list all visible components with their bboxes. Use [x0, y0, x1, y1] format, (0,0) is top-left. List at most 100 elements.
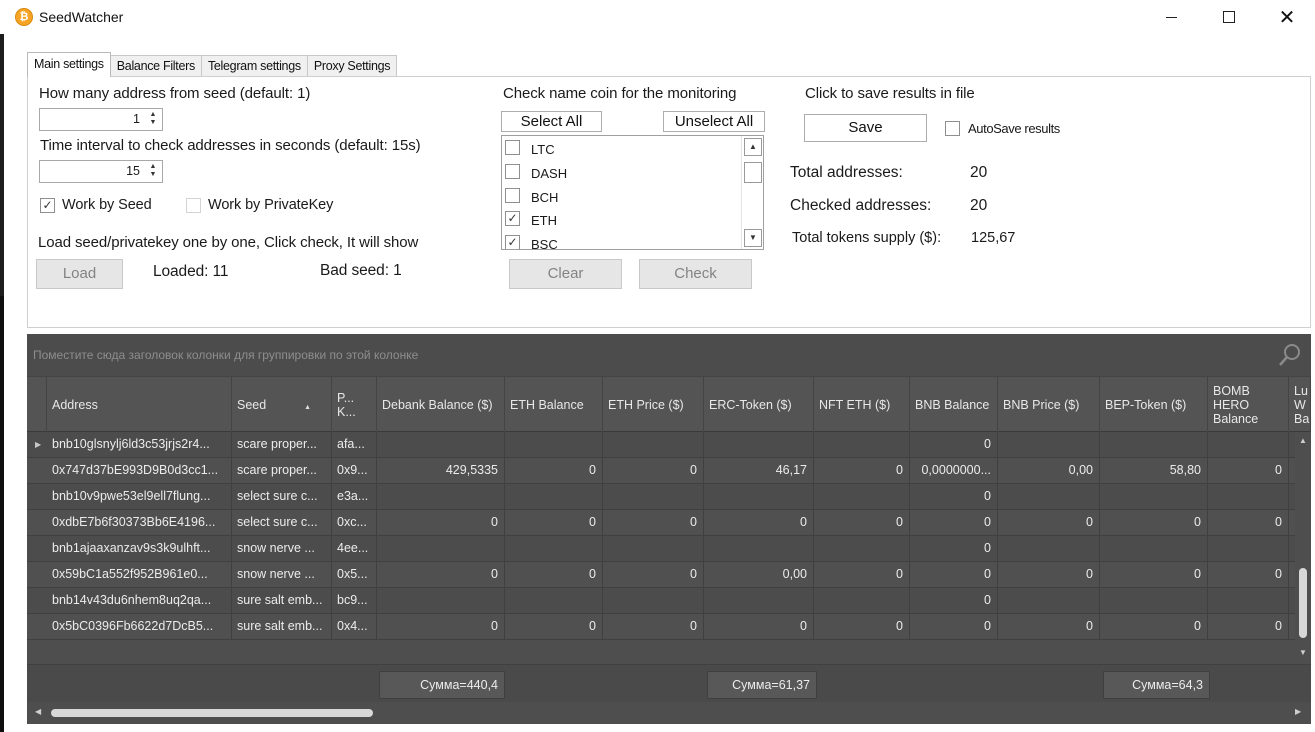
cell-nft-eth[interactable] — [814, 432, 910, 458]
cell-private-key[interactable]: 0x4... — [332, 614, 377, 640]
close-button[interactable]: ✕ — [1258, 0, 1315, 34]
column-header-nft-eth[interactable]: NFT ETH ($) — [814, 377, 910, 433]
coin-checkbox-bch[interactable] — [505, 188, 520, 203]
cell-bep-token[interactable]: 58,80 — [1100, 458, 1208, 484]
cell-bnb-price[interactable]: 0 — [998, 510, 1100, 536]
cell-debank-balance[interactable]: 0 — [377, 510, 505, 536]
cell-eth-balance[interactable] — [505, 536, 603, 562]
grid-vertical-scrollbar[interactable]: ▲ ▼ — [1295, 432, 1311, 664]
coin-checkbox-bsc[interactable]: ✓ — [505, 235, 520, 249]
unselect-all-button[interactable]: Unselect All — [663, 111, 765, 132]
save-button[interactable]: Save — [804, 114, 927, 142]
autosave-checkbox[interactable] — [945, 121, 960, 136]
cell-bnb-balance[interactable]: 0,0000000... — [910, 458, 998, 484]
tab-balance-filters[interactable]: Balance Filters — [109, 55, 202, 77]
cell-seed[interactable]: sure salt emb... — [232, 614, 332, 640]
cell-eth-balance[interactable] — [505, 484, 603, 510]
cell-address[interactable]: 0x59bC1a552f952B961e0... — [47, 562, 232, 588]
spinner-arrows[interactable]: ▲ ▼ — [148, 111, 158, 127]
table-row[interactable]: bnb14v43du6nhem8uq2qa... sure salt emb...… — [27, 588, 1311, 614]
cell-debank-balance[interactable] — [377, 536, 505, 562]
cell-bnb-price[interactable]: 0,00 — [998, 458, 1100, 484]
table-row[interactable]: bnb1ajaaxanzav9s3k9ulhft... snow nerve ..… — [27, 536, 1311, 562]
cell-private-key[interactable]: 4ee... — [332, 536, 377, 562]
cell-private-key[interactable]: afa... — [332, 432, 377, 458]
cell-bnb-balance[interactable]: 0 — [910, 432, 998, 458]
cell-bnb-price[interactable]: 0 — [998, 562, 1100, 588]
cell-address[interactable]: bnb10v9pwe53el9ell7flung... — [47, 484, 232, 510]
cell-address[interactable]: bnb1ajaaxanzav9s3k9ulhft... — [47, 536, 232, 562]
cell-erc-token[interactable]: 0 — [704, 614, 814, 640]
cell-bnb-balance[interactable]: 0 — [910, 536, 998, 562]
table-row[interactable]: ▶ bnb10glsnylj6ld3c53jrjs2r4... scare prop… — [27, 432, 1311, 458]
column-header-bep-token[interactable]: BEP-Token ($) — [1100, 377, 1208, 433]
cell-private-key[interactable]: 0x9... — [332, 458, 377, 484]
cell-seed[interactable]: select sure c... — [232, 510, 332, 536]
cell-erc-token[interactable]: 0,00 — [704, 562, 814, 588]
cell-seed[interactable]: scare proper... — [232, 458, 332, 484]
cell-bnb-price[interactable] — [998, 484, 1100, 510]
work-by-seed-label[interactable]: Work by Seed — [62, 197, 152, 213]
spin-up-icon[interactable]: ▲ — [150, 111, 157, 118]
cell-bomb-hero-balance[interactable] — [1208, 432, 1289, 458]
cell-bep-token[interactable]: 0 — [1100, 614, 1208, 640]
cell-erc-token[interactable] — [704, 536, 814, 562]
cell-eth-price[interactable]: 0 — [603, 510, 704, 536]
cell-private-key[interactable]: 0xc... — [332, 510, 377, 536]
cell-debank-balance[interactable]: 429,5335 — [377, 458, 505, 484]
cell-bomb-hero-balance[interactable] — [1208, 536, 1289, 562]
table-row[interactable]: 0x59bC1a552f952B961e0... snow nerve ... 0x… — [27, 562, 1311, 588]
spinner-arrows[interactable]: ▲ ▼ — [148, 163, 158, 179]
coin-checkbox-eth[interactable]: ✓ — [505, 211, 520, 226]
coin-list-scrollbar[interactable]: ▲ ▼ — [741, 136, 763, 249]
cell-eth-price[interactable]: 0 — [603, 562, 704, 588]
cell-bep-token[interactable]: 0 — [1100, 510, 1208, 536]
grid-horizontal-scrollbar[interactable]: ◀ ▶ — [27, 702, 1311, 724]
cell-bnb-balance[interactable]: 0 — [910, 562, 998, 588]
coin-checkbox-ltc[interactable] — [505, 140, 520, 155]
cell-address[interactable]: 0xdbE7b6f30373Bb6E4196... — [47, 510, 232, 536]
cell-nft-eth[interactable]: 0 — [814, 458, 910, 484]
work-by-privatekey-checkbox[interactable] — [186, 198, 201, 213]
cell-eth-price[interactable] — [603, 588, 704, 614]
spin-down-icon[interactable]: ▼ — [150, 119, 157, 126]
horizontal-scroll-thumb[interactable] — [51, 709, 373, 717]
results-grid[interactable]: Поместите сюда заголовок колонки для гру… — [27, 334, 1311, 724]
cell-bep-token[interactable]: 0 — [1100, 562, 1208, 588]
cell-bep-token[interactable] — [1100, 484, 1208, 510]
cell-bep-token[interactable] — [1100, 536, 1208, 562]
cell-eth-balance[interactable] — [505, 588, 603, 614]
interval-spinner[interactable]: 15 ▲ ▼ — [39, 160, 163, 183]
table-row[interactable]: 0xdbE7b6f30373Bb6E4196... select sure c..… — [27, 510, 1311, 536]
address-count-spinner[interactable]: 1 ▲ ▼ — [39, 108, 163, 131]
cell-address[interactable]: bnb14v43du6nhem8uq2qa... — [47, 588, 232, 614]
cell-seed[interactable]: snow nerve ... — [232, 562, 332, 588]
cell-private-key[interactable]: bc9... — [332, 588, 377, 614]
tab-telegram-settings[interactable]: Telegram settings — [200, 55, 308, 77]
tab-main-settings[interactable]: Main settings — [27, 52, 111, 77]
tab-proxy-settings[interactable]: Proxy Settings — [306, 55, 398, 77]
vertical-scroll-thumb[interactable] — [1299, 568, 1307, 638]
cell-bomb-hero-balance[interactable]: 0 — [1208, 562, 1289, 588]
search-icon[interactable] — [1277, 342, 1303, 368]
cell-eth-price[interactable] — [603, 536, 704, 562]
cell-debank-balance[interactable] — [377, 484, 505, 510]
work-by-privatekey-label[interactable]: Work by PrivateKey — [208, 197, 333, 213]
cell-bnb-price[interactable]: 0 — [998, 614, 1100, 640]
cell-seed[interactable]: scare proper... — [232, 432, 332, 458]
coin-checkbox-dash[interactable] — [505, 164, 520, 179]
cell-eth-balance[interactable]: 0 — [505, 562, 603, 588]
table-row[interactable]: bnb10v9pwe53el9ell7flung... select sure c… — [27, 484, 1311, 510]
cell-debank-balance[interactable] — [377, 588, 505, 614]
cell-bnb-balance[interactable]: 0 — [910, 614, 998, 640]
maximize-button[interactable] — [1200, 0, 1258, 34]
cell-bnb-balance[interactable]: 0 — [910, 588, 998, 614]
cell-debank-balance[interactable]: 0 — [377, 562, 505, 588]
cell-erc-token[interactable]: 46,17 — [704, 458, 814, 484]
cell-seed[interactable]: snow nerve ... — [232, 536, 332, 562]
cell-bnb-price[interactable] — [998, 588, 1100, 614]
cell-erc-token[interactable]: 0 — [704, 510, 814, 536]
cell-bomb-hero-balance[interactable]: 0 — [1208, 510, 1289, 536]
load-button[interactable]: Load — [36, 259, 123, 289]
cell-address[interactable]: 0x747d37bE993D9B0d3cc1... — [47, 458, 232, 484]
